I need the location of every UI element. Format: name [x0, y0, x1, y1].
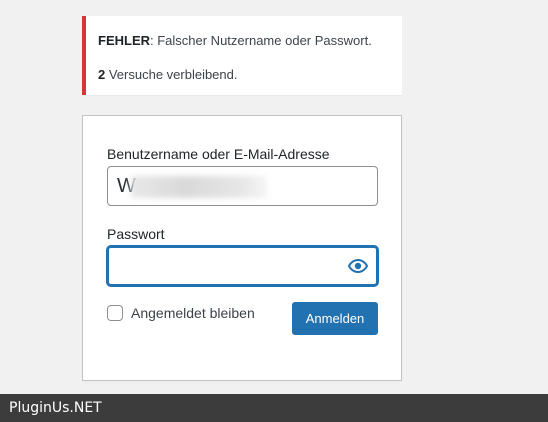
password-input[interactable]: [107, 246, 378, 286]
show-password-button[interactable]: [345, 254, 371, 278]
watermark-text: PluginUs.NET: [9, 400, 102, 416]
error-label: FEHLER: [98, 33, 150, 48]
remember-label: Angemeldet bleiben: [131, 305, 255, 321]
login-form: Benutzername oder E-Mail-Adresse W Passw…: [82, 115, 402, 381]
username-input[interactable]: [107, 166, 378, 206]
login-error-notice: FEHLER: Falscher Nutzername oder Passwor…: [82, 16, 402, 95]
attempts-text: Versuche verbleibend.: [105, 67, 238, 83]
username-label: Benutzername oder E-Mail-Adresse: [107, 146, 330, 162]
remember-checkbox[interactable]: [107, 305, 123, 321]
attempts-remaining: 2 Versuche verbleibend.: [98, 66, 390, 84]
error-text: : Falscher Nutzername oder Passwort.: [150, 33, 372, 48]
error-message: FEHLER: Falscher Nutzername oder Passwor…: [98, 32, 390, 50]
eye-icon: [348, 259, 368, 273]
watermark-bar: PluginUs.NET: [0, 394, 548, 422]
login-button[interactable]: Anmelden: [292, 302, 378, 335]
password-label: Passwort: [107, 226, 165, 242]
login-page: FEHLER: Falscher Nutzername oder Passwor…: [0, 0, 548, 422]
remember-me[interactable]: Angemeldet bleiben: [107, 305, 255, 321]
